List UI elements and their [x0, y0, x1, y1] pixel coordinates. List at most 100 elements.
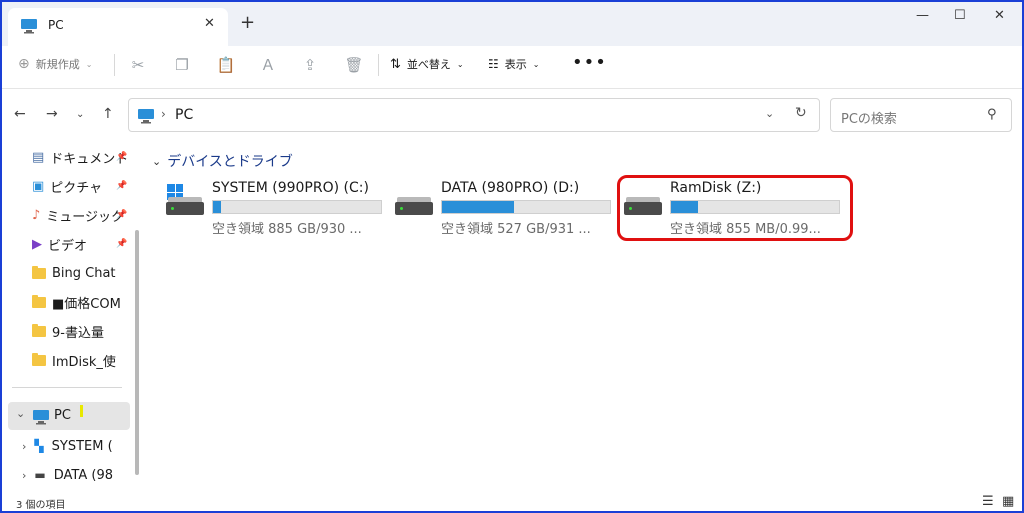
command-bar: ⊕ 新規作成 ⌄ ✂ ❐ 📋 Ａ ⇪ 🗑 ⇅ 並べ替え ⌄ ☷ 表示 ⌄ •••	[2, 46, 1022, 84]
sidebar-divider	[12, 387, 122, 388]
recent-chevron-icon[interactable]: ⌄	[76, 109, 84, 120]
sort-icon: ⇅	[390, 56, 401, 72]
sidebar-item-label: DATA (98	[53, 467, 113, 483]
drive-free-space: 空き領域 527 GB/931 ...	[441, 222, 591, 237]
pc-icon	[138, 109, 154, 124]
sidebar-item-label: ピクチャ	[50, 180, 103, 196]
chevron-down-icon: ⌄	[532, 59, 540, 69]
tab-pc[interactable]: PC ✕	[8, 8, 228, 46]
toolbar-separator	[114, 54, 115, 76]
rename-icon[interactable]: Ａ	[258, 55, 278, 75]
cut-icon[interactable]: ✂	[128, 55, 148, 75]
drive-icon	[395, 194, 433, 216]
maximize-icon[interactable]: ☐	[954, 8, 966, 23]
document-icon: ▤	[32, 149, 45, 165]
plus-circle-icon: ⊕	[18, 56, 30, 72]
pin-icon: 📌	[116, 181, 128, 191]
refresh-icon[interactable]: ↻	[795, 105, 807, 121]
sidebar-scrollbar[interactable]	[135, 230, 139, 475]
drive-tile-d[interactable]: DATA (980PRO) (D:) 空き領域 527 GB/931 ...	[395, 178, 617, 237]
title-bar: PC ✕ + — ☐ ✕	[2, 2, 1022, 46]
details-view-icon[interactable]: ☰	[982, 494, 994, 509]
windows-drive-icon	[166, 184, 204, 216]
folder-icon	[32, 265, 46, 279]
chevron-right-icon[interactable]: ›	[22, 469, 26, 482]
drive-free-space: 空き領域 885 GB/930 ...	[212, 222, 362, 237]
sidebar-item-label: ■価格COM	[52, 296, 121, 312]
status-item-count: 3 個の項目	[16, 500, 66, 511]
delete-icon[interactable]: 🗑	[344, 55, 364, 75]
sort-button[interactable]: ⇅ 並べ替え ⌄	[390, 56, 464, 72]
forward-icon[interactable]: →	[46, 106, 58, 122]
toolbar-separator	[378, 54, 379, 76]
view-list-icon: ☷	[488, 57, 499, 71]
close-tab-icon[interactable]: ✕	[204, 16, 215, 31]
annotation-highlight-box	[617, 175, 853, 241]
sidebar-item-pc[interactable]: ⌄ PC	[8, 402, 130, 430]
sidebar-item-folder[interactable]: ImDisk_使	[32, 347, 130, 373]
windows-drive-icon: ▚	[34, 439, 44, 453]
drive-tile-c[interactable]: SYSTEM (990PRO) (C:) 空き領域 885 GB/930 ...	[166, 178, 388, 237]
folder-icon	[32, 323, 46, 337]
pc-icon	[33, 410, 49, 425]
chevron-right-icon[interactable]: ›	[22, 440, 26, 453]
group-header-devices[interactable]: ⌄ デバイスとドライブ	[152, 151, 293, 171]
sidebar-item-folder[interactable]: Bing Chat	[32, 260, 130, 286]
chevron-down-icon: ⌄	[456, 59, 464, 69]
video-icon: ▶	[32, 236, 42, 252]
sidebar-item-system-drive[interactable]: › ▚ SYSTEM (	[22, 433, 132, 459]
paste-icon[interactable]: 📋	[216, 55, 236, 75]
drive-icon: ▬	[34, 468, 46, 482]
cursor-marker	[80, 405, 83, 417]
sidebar-item-label: 9-書込量	[52, 325, 104, 341]
tab-title: PC	[48, 18, 64, 32]
search-box[interactable]: PCの検索 ⚲	[830, 98, 1012, 132]
chevron-down-icon: ⌄	[85, 59, 93, 69]
drive-usage-bar	[212, 200, 382, 214]
new-tab-icon[interactable]: +	[240, 14, 255, 32]
sidebar-item-label: ビデオ	[48, 238, 88, 254]
drive-usage-bar	[441, 200, 611, 214]
breadcrumb-chevron-icon: ›	[161, 107, 166, 121]
new-button[interactable]: ⊕ 新規作成 ⌄	[18, 56, 92, 72]
chevron-down-icon[interactable]: ⌄	[16, 407, 25, 420]
drive-name: SYSTEM (990PRO) (C:)	[212, 180, 369, 196]
chevron-down-icon: ⌄	[152, 154, 162, 168]
search-input[interactable]: PCの検索	[841, 108, 897, 127]
up-icon[interactable]: ↑	[102, 106, 114, 122]
sidebar-item-label: ImDisk_使	[52, 354, 116, 370]
address-dropdown-icon[interactable]: ⌄	[765, 107, 774, 120]
pin-icon: 📌	[116, 210, 128, 220]
tiles-view-icon[interactable]: ▦	[1002, 494, 1014, 509]
sidebar-item-folder[interactable]: ■価格COM	[32, 289, 130, 315]
search-icon[interactable]: ⚲	[987, 107, 997, 122]
close-window-icon[interactable]: ✕	[994, 8, 1005, 23]
pc-icon	[21, 19, 37, 34]
pictures-icon: ▣	[32, 178, 45, 194]
minimize-icon[interactable]: —	[916, 8, 929, 23]
drive-usage-fill	[442, 201, 515, 213]
more-options-icon[interactable]: •••	[572, 52, 607, 73]
share-icon[interactable]: ⇪	[300, 55, 320, 75]
sort-label: 並べ替え	[406, 58, 451, 71]
folder-icon	[32, 352, 46, 366]
view-button[interactable]: ☷ 表示 ⌄	[488, 56, 539, 72]
breadcrumb-pc[interactable]: PC	[175, 107, 193, 123]
explorer-window: PC ✕ + — ☐ ✕ ⊕ 新規作成 ⌄ ✂ ❐ 📋 Ａ ⇪ 🗑 ⇅ 並べ替え…	[0, 0, 1024, 513]
drive-usage-fill	[213, 201, 222, 213]
sidebar-item-label: PC	[54, 408, 71, 423]
pin-icon: 📌	[116, 152, 128, 162]
new-label: 新規作成	[35, 58, 80, 71]
sidebar-item-folder[interactable]: 9-書込量	[32, 318, 130, 344]
navigation-pane: ▤ ドキュメント 📌 ▣ ピクチャ 📌 ♪ ミュージック 📌 ▶ ビデオ 📌 B…	[2, 142, 146, 492]
pin-icon: 📌	[116, 239, 128, 249]
music-icon: ♪	[32, 207, 41, 223]
toolbar-divider	[2, 88, 1022, 89]
group-title: デバイスとドライブ	[167, 154, 293, 170]
sidebar-item-data-drive[interactable]: › ▬ DATA (98	[22, 462, 132, 488]
address-bar[interactable]: › PC ⌄ ↻	[128, 98, 820, 132]
sidebar-item-label: ミュージック	[46, 209, 125, 225]
copy-icon[interactable]: ❐	[172, 55, 192, 75]
back-icon[interactable]: ←	[14, 106, 26, 122]
sidebar-item-label: SYSTEM (	[51, 438, 113, 454]
